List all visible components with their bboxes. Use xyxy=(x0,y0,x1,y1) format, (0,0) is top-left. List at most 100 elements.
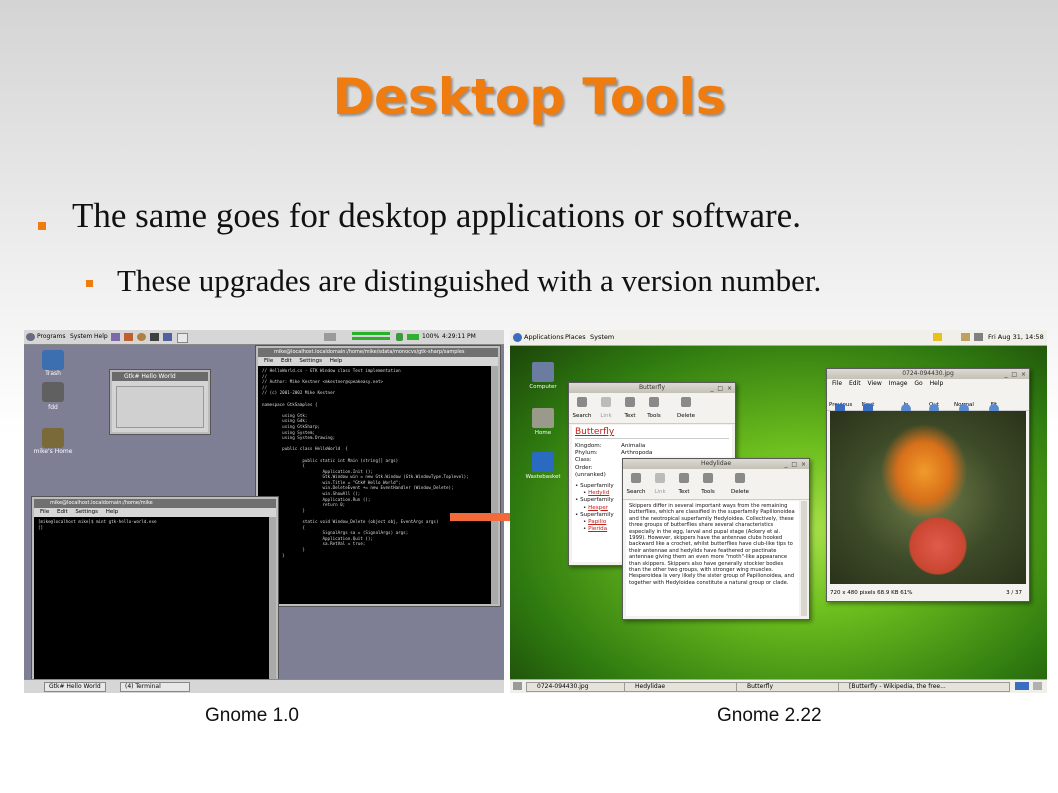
trash-icon xyxy=(681,397,691,407)
menu-help[interactable]: Help xyxy=(94,333,108,340)
menu-item[interactable]: Settings xyxy=(75,509,98,515)
source-code[interactable]: // HelloWorld.cs - GTK Window class Test… xyxy=(258,366,498,566)
previous-button[interactable]: Previous xyxy=(829,402,852,414)
taskbar-button[interactable]: (4) Terminal xyxy=(120,682,190,692)
menu-applications[interactable]: Applications xyxy=(524,333,564,341)
link-button[interactable]: Link xyxy=(649,473,671,495)
scrollbar[interactable] xyxy=(269,517,276,681)
image-viewer-window[interactable]: 0724-094430.jpg _ □ × File Edit View Ima… xyxy=(826,368,1030,602)
link-icon xyxy=(601,397,611,407)
gnome-foot-icon[interactable] xyxy=(26,333,35,341)
desktop-icon-label: Computer xyxy=(529,384,557,390)
home-icon[interactable] xyxy=(532,408,554,428)
article-text[interactable]: Skippers differ in several important way… xyxy=(626,501,799,616)
search-button[interactable]: Search xyxy=(625,473,647,495)
delete-button[interactable]: Delete xyxy=(729,473,751,495)
hedylidae-window[interactable]: Hedylidae _ □ × Search Link Text Tools D… xyxy=(622,458,810,620)
butterfly-photo[interactable] xyxy=(830,411,1026,584)
zoom-normal-button[interactable]: Normal xyxy=(953,402,975,414)
menu-system[interactable]: System xyxy=(70,333,92,340)
menu-item[interactable]: Image xyxy=(889,380,908,387)
workspace-switcher-icon[interactable] xyxy=(1015,682,1029,690)
menu-item[interactable]: Settings xyxy=(299,358,322,364)
terminal-launcher-icon[interactable] xyxy=(150,333,159,341)
tools-button[interactable]: Tools xyxy=(643,397,665,419)
zoom-in-button[interactable]: In xyxy=(895,402,917,414)
terminal-output[interactable]: [mike@localhost mike]$ mint gtk-hello-wo… xyxy=(34,517,276,532)
tools-icon xyxy=(649,397,659,407)
menu-item[interactable]: Edit xyxy=(57,509,68,515)
window-controls[interactable]: _ □ × xyxy=(1004,370,1027,380)
launcher-icon[interactable] xyxy=(137,333,146,341)
scrollbar[interactable] xyxy=(801,501,807,616)
zoom-out-button[interactable]: Out xyxy=(923,402,945,414)
floppy-icon[interactable] xyxy=(42,382,64,402)
computer-icon[interactable] xyxy=(532,362,554,382)
menu-item[interactable]: File xyxy=(264,358,273,364)
wastebasket-icon[interactable] xyxy=(532,452,554,472)
taskbar-button[interactable]: Butterfly xyxy=(736,682,846,692)
taskbar-button[interactable]: [Butterfly - Wikipedia, the free... xyxy=(838,682,1010,692)
window-title[interactable]: Butterfly xyxy=(639,384,665,391)
desktop-icon-label: Trash xyxy=(45,370,61,377)
menu-item[interactable]: Edit xyxy=(281,358,292,364)
menu-item[interactable]: File xyxy=(40,509,49,515)
hello-world-window[interactable]: Gtk# Hello World xyxy=(110,370,210,434)
gnome-foot-icon[interactable] xyxy=(513,333,522,342)
pager-icon[interactable] xyxy=(324,333,336,341)
home-icon[interactable] xyxy=(42,428,64,448)
text-icon xyxy=(625,397,635,407)
window-title[interactable]: Gtk# Hello World xyxy=(112,372,208,381)
text-button[interactable]: Text xyxy=(673,473,695,495)
menu-programs[interactable]: Programs xyxy=(37,333,65,340)
menu-item[interactable]: Help xyxy=(106,509,119,515)
editor-window[interactable]: mike@localhost.localdomain:/home/mike/sd… xyxy=(256,346,500,606)
launcher-icon[interactable] xyxy=(163,333,172,341)
menu-item[interactable]: Help xyxy=(930,380,944,387)
launcher-icon[interactable] xyxy=(124,333,133,341)
link-button[interactable]: Link xyxy=(595,397,617,419)
trash-applet-icon[interactable] xyxy=(1033,682,1042,690)
show-desktop-icon[interactable] xyxy=(513,682,522,690)
desktop-icon-label: mike's Home xyxy=(33,448,73,455)
tools-button[interactable]: Tools xyxy=(697,473,719,495)
zoom-fit-button[interactable]: Fit xyxy=(983,402,1005,414)
next-button[interactable]: Next xyxy=(857,402,879,414)
taskbar-button[interactable]: Gtk# Hello World xyxy=(44,682,106,692)
taskbar-button[interactable]: 0724-094430.jpg xyxy=(526,682,632,692)
menu-system[interactable]: System xyxy=(590,333,614,341)
article-heading[interactable]: Butterfly xyxy=(575,427,729,439)
taskbar-button[interactable]: Hedylidae xyxy=(624,682,740,692)
network-icon[interactable] xyxy=(961,333,970,341)
volume-icon[interactable] xyxy=(974,333,983,341)
help-launcher-icon[interactable] xyxy=(177,333,188,343)
text-button[interactable]: Text xyxy=(619,397,641,419)
terminal-window[interactable]: mike@localhost.localdomain:/home/mike Fi… xyxy=(32,497,278,683)
toolbar: Search Link Text Tools Delete xyxy=(623,469,809,500)
taxo-row: Kingdom: Animalia xyxy=(575,443,646,449)
menu-item[interactable]: File xyxy=(832,380,842,387)
menu-item[interactable]: Help xyxy=(330,358,343,364)
trash-icon[interactable] xyxy=(42,350,64,370)
window-title[interactable]: Hedylidae xyxy=(701,460,731,467)
window-title[interactable]: mike@localhost.localdomain:/home/mike xyxy=(34,499,276,508)
trash-icon xyxy=(735,473,745,483)
panel-clock[interactable]: Fri Aug 31, 14:58 xyxy=(988,333,1044,341)
search-button[interactable]: Search xyxy=(571,397,593,419)
battery-percent: 100% xyxy=(422,333,440,340)
scrollbar[interactable] xyxy=(491,366,498,604)
launcher-icon[interactable] xyxy=(111,333,120,341)
search-icon xyxy=(577,397,587,407)
delete-button[interactable]: Delete xyxy=(675,397,697,419)
notes-icon[interactable] xyxy=(933,333,942,341)
gnome1-top-panel: Programs System Help 100% 4:29:11 PM xyxy=(24,330,504,345)
text-icon xyxy=(679,473,689,483)
menu-item[interactable]: Edit xyxy=(849,380,861,387)
window-title[interactable]: 0724-094430.jpg xyxy=(902,370,954,377)
window-body xyxy=(116,386,204,428)
window-title[interactable]: mike@localhost.localdomain:/home/mike/sd… xyxy=(258,348,498,357)
menu-item[interactable]: Go xyxy=(914,380,922,387)
menu-item[interactable]: View xyxy=(868,380,882,387)
menu-places[interactable]: Places xyxy=(565,333,586,341)
battery-icon xyxy=(396,333,403,341)
